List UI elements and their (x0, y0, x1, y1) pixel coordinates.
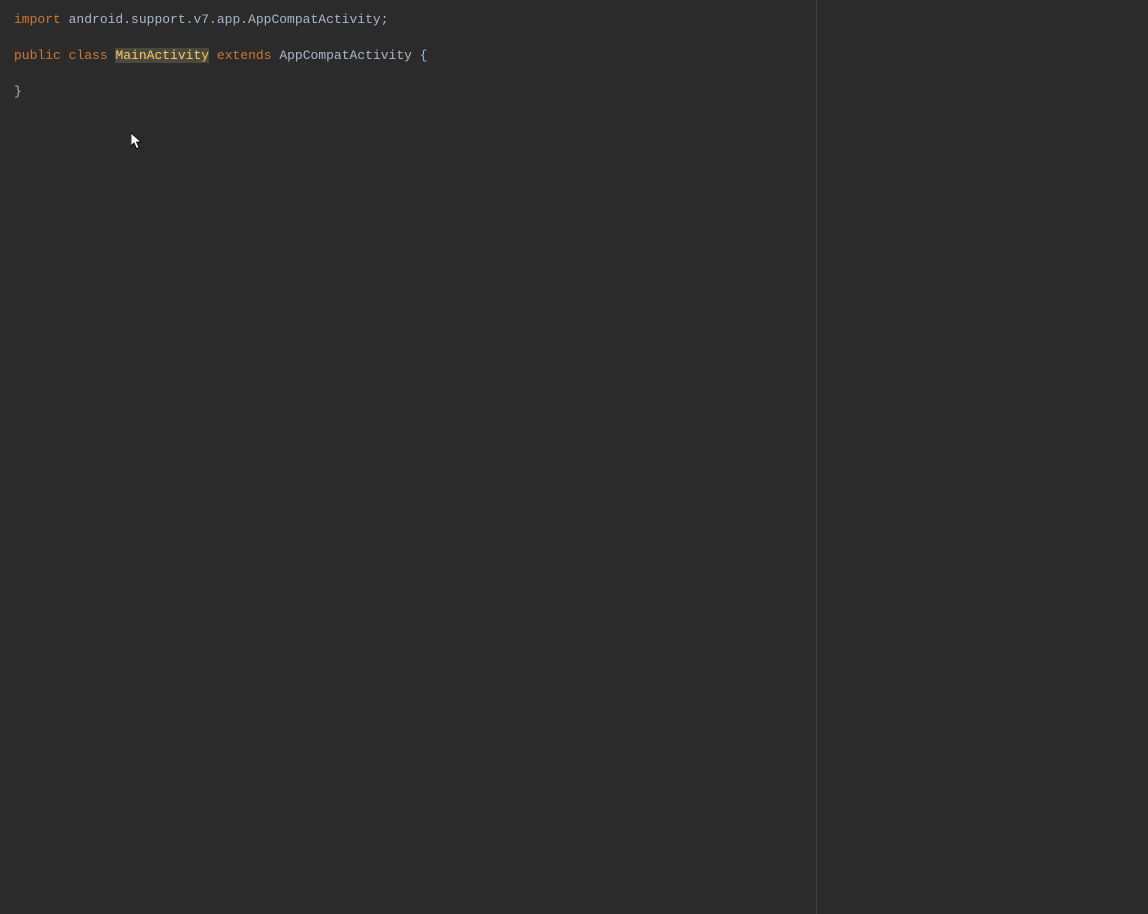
editor-gutter (0, 0, 10, 914)
code-line-2[interactable] (14, 29, 1148, 47)
code-line-3[interactable]: public class MainActivity extends AppCom… (14, 47, 1148, 65)
keyword-public: public (14, 48, 61, 63)
code-line-4[interactable] (14, 65, 1148, 83)
class-name-main: MainActivity (115, 48, 209, 63)
close-brace: } (14, 84, 22, 99)
keyword-extends: extends (217, 48, 272, 63)
keyword-import: import (14, 12, 61, 27)
code-line-1[interactable]: import android.support.v7.app.AppCompatA… (14, 11, 1148, 29)
import-package: android.support.v7.app.AppCompatActivity (69, 12, 381, 27)
code-content[interactable]: import android.support.v7.app.AppCompatA… (14, 11, 1148, 101)
right-margin-guide (816, 0, 817, 914)
keyword-class: class (69, 48, 108, 63)
code-editor-area[interactable]: import android.support.v7.app.AppCompatA… (10, 0, 1148, 914)
code-line-5[interactable]: } (14, 83, 1148, 101)
mouse-cursor-icon (131, 133, 143, 151)
editor-container: import android.support.v7.app.AppCompatA… (0, 0, 1148, 914)
super-class-name: AppCompatActivity (279, 48, 412, 63)
open-brace: { (420, 48, 428, 63)
